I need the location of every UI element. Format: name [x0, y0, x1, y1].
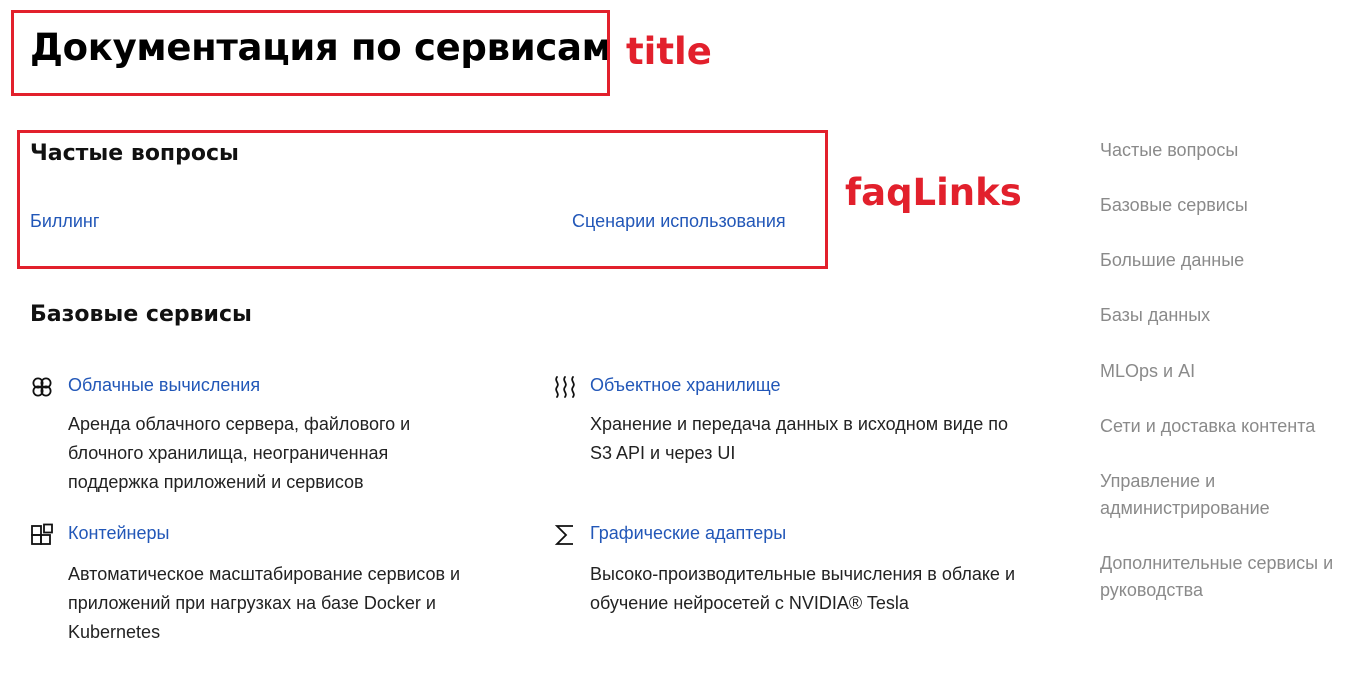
- service-desc-cloud-compute: Аренда облачного сервера, файлового и бл…: [68, 414, 411, 492]
- service-desc-object-storage: Хранение и передача данных в исходном ви…: [590, 414, 1009, 463]
- sigma-icon: [553, 523, 577, 547]
- service-desc-containers: Автоматическое масштабирование сервисов …: [68, 564, 461, 642]
- service-link-cloud-compute[interactable]: Облачные вычисления: [68, 375, 260, 396]
- title-annotation-label: title: [626, 30, 712, 73]
- faq-links-annotation-label: faqLinks: [845, 171, 1022, 214]
- side-nav-item-base-services[interactable]: Базовые сервисы: [1100, 192, 1350, 219]
- faq-links-annotation-box: [17, 130, 828, 269]
- side-nav-item-management[interactable]: Управление и администрирование: [1100, 468, 1300, 522]
- service-link-gpu[interactable]: Графические адаптеры: [590, 523, 786, 544]
- side-nav-item-faq[interactable]: Частые вопросы: [1100, 137, 1350, 164]
- service-desc-gpu: Высоко-производительные вычисления в обл…: [590, 564, 1015, 613]
- object-storage-icon: [553, 375, 577, 399]
- containers-icon: [30, 523, 54, 547]
- cloud-compute-icon: [30, 375, 54, 399]
- title-annotation-box: [11, 10, 610, 96]
- service-link-containers[interactable]: Контейнеры: [68, 523, 169, 544]
- side-nav-item-big-data[interactable]: Большие данные: [1100, 247, 1350, 274]
- side-nav-item-mlops[interactable]: MLOps и AI: [1100, 358, 1350, 385]
- base-services-heading: Базовые сервисы: [30, 302, 252, 327]
- side-nav-item-networks[interactable]: Сети и доставка контента: [1100, 413, 1360, 440]
- side-nav-item-additional[interactable]: Дополнительные сервисы и руководства: [1100, 550, 1362, 604]
- side-nav-item-databases[interactable]: Базы данных: [1100, 302, 1350, 329]
- service-link-object-storage[interactable]: Объектное хранилище: [590, 375, 780, 396]
